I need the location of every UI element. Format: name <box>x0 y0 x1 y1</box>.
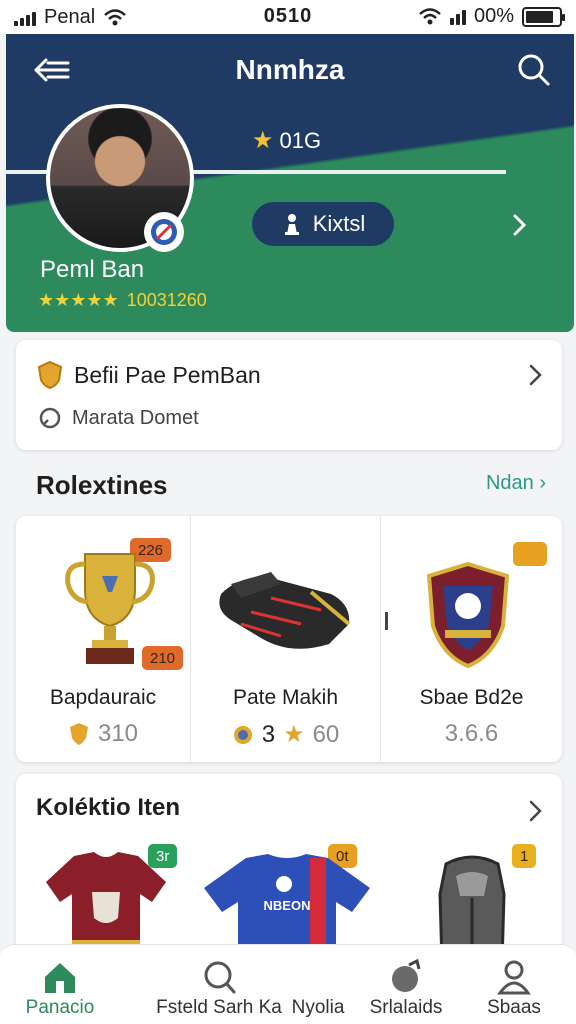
search-icon[interactable] <box>514 50 554 90</box>
rating-value: 01G <box>279 127 322 153</box>
star-rating: ★★★★★ <box>38 290 119 310</box>
relic-tag-bottom-label: 210 <box>150 649 176 667</box>
stats-number: 10031260 <box>126 290 207 310</box>
wifi-icon <box>419 7 441 24</box>
chevron-right-icon[interactable] <box>510 210 530 240</box>
see-all-label: Ndan <box>485 472 534 494</box>
relic-value: 3.6.6 <box>381 720 562 748</box>
status-bar: Penal 0510 00% <box>0 0 576 34</box>
battery-fill <box>526 10 554 23</box>
relic-tag-top <box>513 542 547 566</box>
shield-icon <box>37 360 63 390</box>
relic-item-gloves[interactable]: Pate Makih 3 ★ 60 <box>190 516 388 762</box>
see-all-link[interactable]: Ndan › <box>486 472 546 495</box>
profile-card-subtitle-row: Marata Domet <box>38 406 199 430</box>
nav-label: Nyolia <box>291 997 345 1018</box>
gloves-icon <box>219 572 351 649</box>
bottom-nav: Panacio Fsteld Sarh Ka Nyolia Srlalaids … <box>0 944 576 1024</box>
nav-label: Fsteld Sarh Ka <box>156 997 282 1018</box>
relic-value: 3 ★ 60 <box>191 720 380 749</box>
nav-item-home[interactable]: Panacio <box>0 951 120 1023</box>
club-crest-icon <box>426 561 510 669</box>
battery-icon <box>522 6 565 27</box>
relic-item-crest[interactable]: Sbae Bd2e 3.6.6 <box>380 516 562 762</box>
player-name: Peml Ban <box>40 256 145 283</box>
nav-item-bag[interactable]: Srlalaids <box>356 951 456 1023</box>
user-icon <box>497 960 531 995</box>
relics-grid: 226 210 Bapdauraic 310 Pate Makih 3 ★ 60… <box>16 516 562 762</box>
relic-tag-bottom: 210 <box>142 646 184 670</box>
club-badge-icon <box>144 212 184 252</box>
jersey-text: NBEON <box>263 898 311 913</box>
profile-card-title: Befii Pae PemBan <box>74 361 261 388</box>
relic-item-trophy[interactable]: 226 210 Bapdauraic 310 <box>16 516 190 762</box>
relic-value-prefix: 3 <box>261 720 276 748</box>
collection-title: Koléktio Iten <box>36 794 181 821</box>
relic-value-text: 60 <box>312 720 340 748</box>
medal-icon <box>233 725 252 744</box>
page-title: Nnmhza <box>235 54 345 85</box>
battery-percent: 00% <box>473 5 514 27</box>
collection-tag: 1 <box>512 844 537 868</box>
circle-icon <box>39 407 61 429</box>
chevron-right-icon[interactable] <box>528 798 544 824</box>
shield-icon <box>69 723 88 745</box>
nav-item-nyolia[interactable]: Nyolia <box>278 951 358 1023</box>
kit-button-label: Kixtsl <box>312 211 366 236</box>
relic-name: Bapdauraic <box>49 686 157 709</box>
profile-card-title-row: Befii Pae PemBan <box>36 360 261 390</box>
relic-name: Sbae Bd2e <box>419 686 524 709</box>
nav-item-search[interactable]: Fsteld Sarh Ka <box>146 951 292 1023</box>
profile-card-subtitle: Marata Domet <box>72 406 199 429</box>
search-icon <box>204 961 236 994</box>
chess-piece-icon <box>284 214 299 235</box>
nav-label: Sbaas <box>487 997 541 1018</box>
section-title: Rolextines <box>36 470 168 500</box>
cell-signal-icon <box>449 9 466 25</box>
nav-label: Srlalaids <box>369 997 443 1018</box>
rating: ★ 01G <box>252 126 321 155</box>
player-stats: ★★★★★ 10031260 <box>38 290 207 311</box>
bag-icon <box>392 959 421 992</box>
relic-value-text: 3.6.6 <box>444 720 499 747</box>
star-icon: ★ <box>283 721 305 748</box>
chevron-right-icon[interactable] <box>528 362 544 388</box>
nav-label: Panacio <box>25 997 95 1018</box>
nav-item-profile[interactable]: Sbaas <box>464 951 564 1023</box>
star-icon: ★ <box>252 127 274 154</box>
collection-tag-label: 1 <box>520 847 529 865</box>
profile-header: Nnmhza ★ 01G Kixtsl Peml Ban ★★★★★ 10031… <box>6 34 574 332</box>
home-icon <box>45 963 75 993</box>
status-right: 00% <box>418 5 565 28</box>
profile-card[interactable]: Befii Pae PemBan Marata Domet <box>16 340 562 450</box>
kit-button[interactable]: Kixtsl <box>252 202 394 246</box>
relic-value-text: 310 <box>97 720 139 747</box>
relic-value: 310 <box>16 720 190 748</box>
relic-name: Pate Makih <box>232 686 339 709</box>
